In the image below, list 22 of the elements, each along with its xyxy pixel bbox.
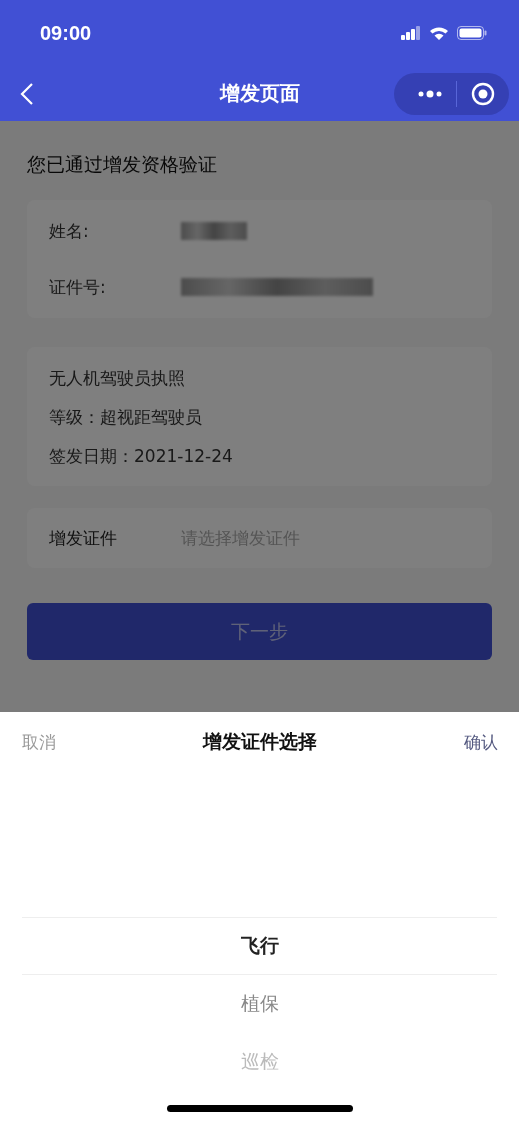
verification-heading: 您已通过增发资格验证 — [27, 152, 218, 177]
cancel-button[interactable]: 取消 — [22, 730, 56, 754]
identity-label: 姓名: — [49, 219, 90, 243]
signal-icon — [401, 26, 421, 40]
picker-option[interactable]: 飞行 — [240, 933, 279, 959]
picker-option[interactable]: 巡检 — [240, 1049, 279, 1075]
confirm-button[interactable]: 确认 — [464, 730, 498, 754]
identity-label: 证件号: — [49, 275, 107, 299]
field-label: 增发证件 — [49, 526, 118, 550]
redacted-value — [181, 222, 247, 240]
license-info: 无人机驾驶员执照 — [49, 367, 186, 390]
status-time: 09:00 — [40, 21, 92, 45]
license-info: 等级：超视距驾驶员 — [49, 406, 203, 429]
back-button[interactable] — [20, 81, 34, 106]
sheet-title: 增发证件选择 — [202, 730, 317, 752]
picker-option[interactable]: 植保 — [240, 991, 279, 1017]
more-icon[interactable] — [418, 89, 442, 98]
battery-icon — [457, 26, 487, 40]
wifi-icon — [429, 25, 449, 41]
page-title: 增发页面 — [219, 81, 300, 105]
close-icon[interactable] — [471, 81, 495, 106]
license-info: 签发日期：2021-12-24 — [49, 445, 234, 468]
